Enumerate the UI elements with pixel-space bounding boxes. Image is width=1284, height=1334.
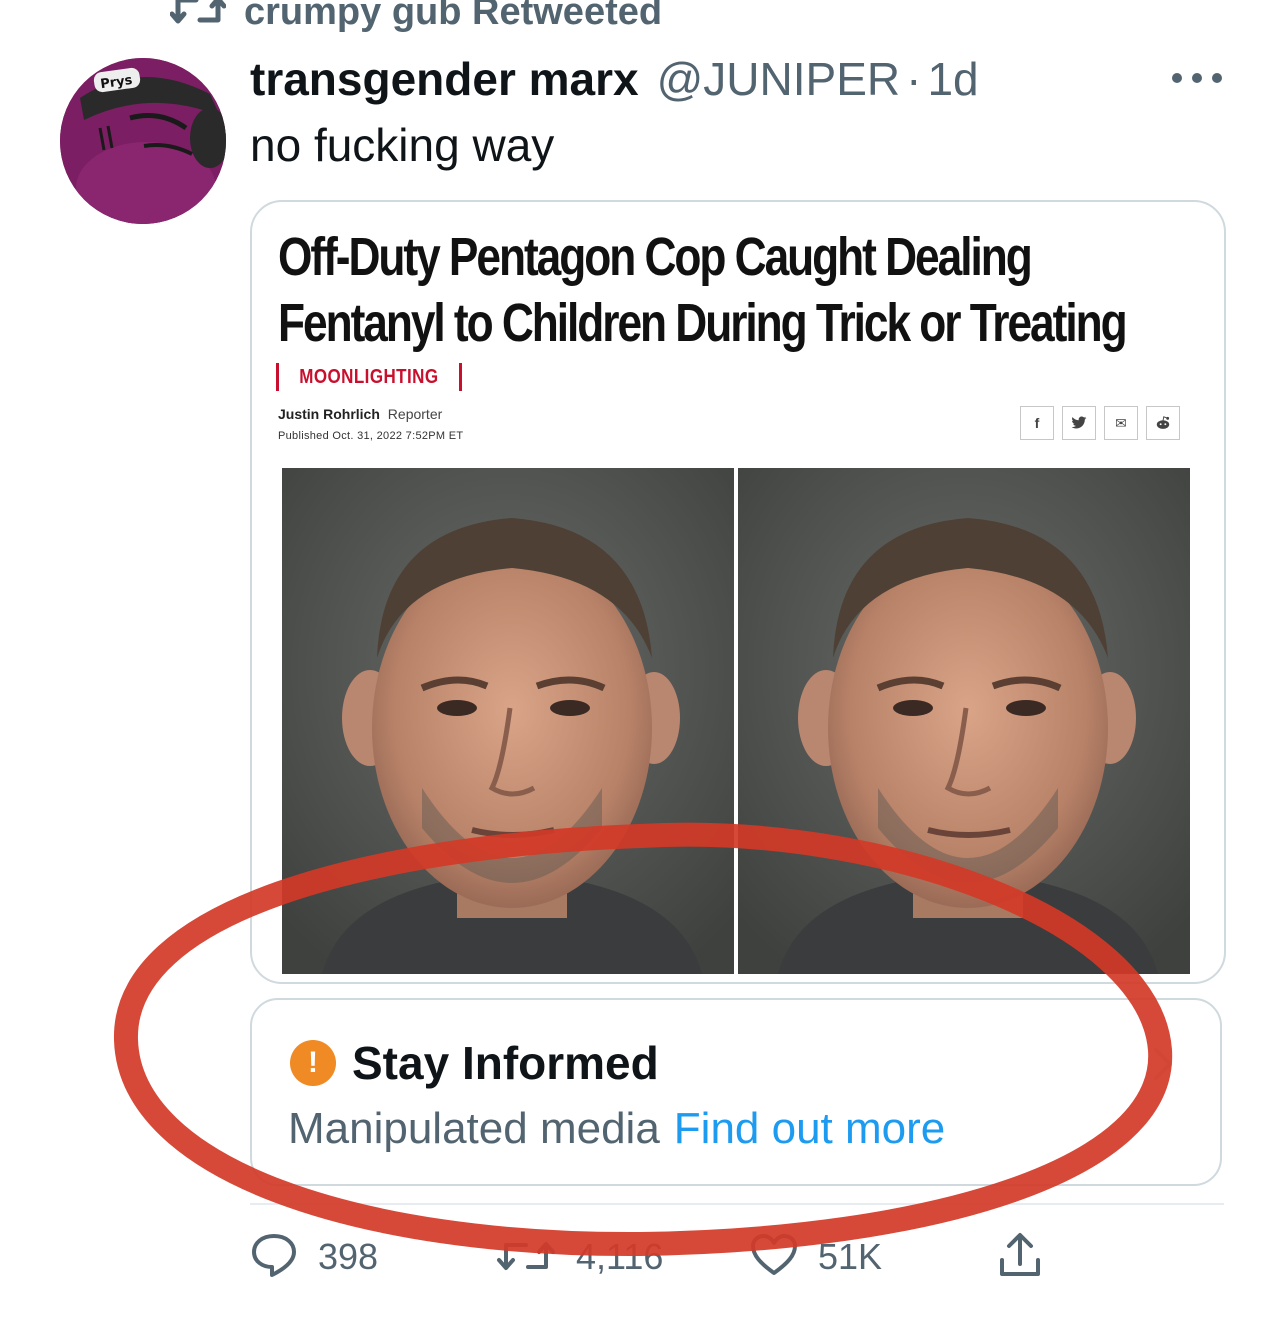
twitter-icon bbox=[1062, 406, 1096, 440]
article-headline-line-2: Fentanyl to Children During Trick or Tre… bbox=[278, 293, 1128, 353]
article-byline: Justin Rohrlich Reporter bbox=[278, 406, 442, 422]
chevron-right-icon bbox=[1152, 1044, 1176, 1089]
reply-count: 398 bbox=[318, 1236, 379, 1277]
tweet-text: no fucking way bbox=[250, 119, 555, 171]
article-author-role: Reporter bbox=[387, 406, 443, 422]
more-options-icon[interactable] bbox=[1172, 58, 1222, 98]
retweet-count: 4,116 bbox=[576, 1236, 664, 1277]
stay-informed-notice[interactable]: ! Stay Informed Manipulated media Find ou… bbox=[250, 998, 1222, 1186]
notice-body: Manipulated media Find out more bbox=[288, 1104, 945, 1154]
separator-dot: · bbox=[906, 53, 922, 105]
article-share-buttons: f ✉ bbox=[1020, 406, 1180, 440]
article-author: Justin Rohrlich bbox=[278, 406, 380, 422]
reddit-icon bbox=[1146, 406, 1180, 440]
tweet-header: transgender marx @JUNIPER · 1d bbox=[250, 52, 979, 106]
share-icon bbox=[996, 1230, 1044, 1285]
article-kicker-label: MOONLIGHTING bbox=[299, 365, 439, 388]
notice-description: Manipulated media bbox=[288, 1104, 660, 1153]
user-handle[interactable]: @JUNIPER bbox=[657, 52, 901, 106]
share-button[interactable] bbox=[996, 1232, 1044, 1282]
article-published-date: Published Oct. 31, 2022 7:52PM ET bbox=[278, 430, 464, 442]
notice-title-row: ! Stay Informed bbox=[290, 1036, 659, 1090]
email-icon: ✉ bbox=[1104, 406, 1138, 440]
reply-icon bbox=[250, 1232, 298, 1283]
retweet-action-icon bbox=[496, 1233, 556, 1282]
heart-icon bbox=[750, 1233, 798, 1282]
mugshot-photo-left bbox=[282, 468, 734, 974]
warning-icon: ! bbox=[290, 1040, 336, 1086]
notice-title: Stay Informed bbox=[352, 1037, 659, 1089]
retweet-banner-label: crumpy gub Retweeted bbox=[244, 0, 663, 33]
tweet-timestamp[interactable]: 1d bbox=[927, 52, 978, 106]
facebook-icon: f bbox=[1020, 406, 1054, 440]
article-headline-line-1: Off-Duty Pentagon Cop Caught Dealing bbox=[278, 227, 1033, 287]
find-out-more-link[interactable]: Find out more bbox=[674, 1104, 945, 1153]
tweet-media[interactable]: Off-Duty Pentagon Cop Caught Dealing Fen… bbox=[250, 200, 1226, 984]
mugshot-photo-right bbox=[738, 468, 1190, 974]
article-headline: Off-Duty Pentagon Cop Caught Dealing Fen… bbox=[278, 224, 1128, 356]
like-count: 51K bbox=[818, 1236, 883, 1277]
retweet-button[interactable]: 4,116 bbox=[496, 1232, 663, 1282]
retweet-icon bbox=[169, 0, 227, 35]
retweet-banner[interactable]: crumpy gub Retweeted bbox=[169, 0, 663, 38]
avatar[interactable]: Prys bbox=[60, 58, 226, 224]
reply-button[interactable]: 398 bbox=[250, 1232, 378, 1282]
like-button[interactable]: 51K bbox=[750, 1232, 882, 1282]
divider bbox=[250, 1203, 1224, 1205]
article-kicker: MOONLIGHTING bbox=[276, 362, 462, 392]
display-name[interactable]: transgender marx bbox=[250, 52, 639, 106]
